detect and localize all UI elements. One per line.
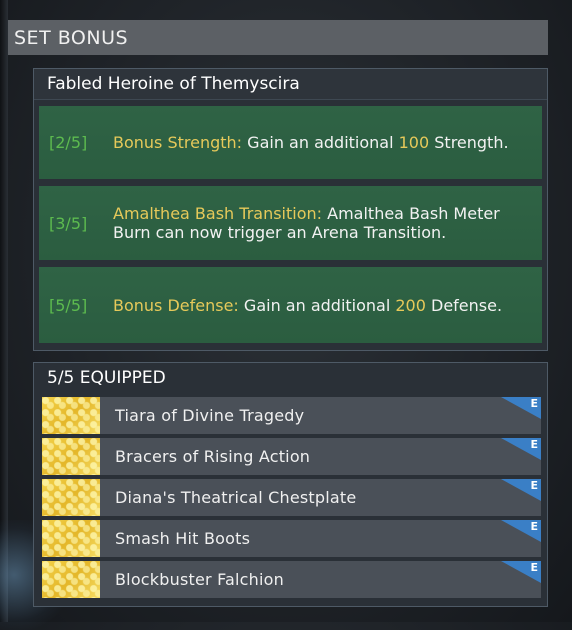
bonus-value: 100: [398, 133, 430, 152]
equipped-badge-letter: E: [530, 479, 538, 492]
equipped-panel: 5/5 EQUIPPED Tiara of Divine Tragedy E B…: [33, 362, 548, 607]
gear-item-icon: [42, 397, 100, 434]
equipped-item[interactable]: Smash Hit Boots E: [42, 520, 541, 557]
bonus-tier: [2/5]: [49, 133, 88, 152]
equipped-title: 5/5 EQUIPPED: [34, 363, 547, 393]
equipped-item[interactable]: Diana's Theatrical Chestplate E: [42, 479, 541, 516]
item-name: Blockbuster Falchion: [115, 570, 284, 589]
equipped-badge-letter: E: [530, 397, 538, 410]
equipped-badge: E: [501, 397, 541, 419]
bonus-text: Gain an additional: [243, 295, 396, 315]
item-name: Tiara of Divine Tragedy: [115, 406, 305, 425]
gear-item-icon: [42, 561, 100, 598]
equipped-badge: E: [501, 438, 541, 460]
item-name: Bracers of Rising Action: [115, 447, 311, 466]
equipped-badge: E: [501, 561, 541, 583]
set-name: Fabled Heroine of Themyscira: [34, 69, 547, 100]
equipped-item[interactable]: Tiara of Divine Tragedy E: [42, 397, 541, 434]
set-bonus-panel: Fabled Heroine of Themyscira [2/5] Bonus…: [33, 68, 548, 351]
equipped-count: 5/5 EQUIPPED: [47, 368, 166, 388]
bonus-description: Amalthea Bash Transition: Amalthea Bash …: [113, 204, 538, 242]
bonus-description: Bonus Strength: Gain an additional 100 S…: [113, 133, 509, 152]
bonus-text-end: Defense.: [425, 295, 503, 315]
set-bonus-row: [2/5] Bonus Strength: Gain an additional…: [39, 106, 542, 179]
set-bonus-row: [5/5] Bonus Defense: Gain an additional …: [39, 267, 542, 343]
bonus-text: Gain an additional: [247, 133, 399, 152]
set-bonus-title: SET BONUS: [14, 26, 129, 49]
equipped-badge-letter: E: [530, 561, 538, 574]
set-bonus-row: [3/5] Amalthea Bash Transition: Amalthea…: [39, 186, 542, 260]
gear-item-icon: [42, 438, 100, 475]
bonus-description: Bonus Defense: Gain an additional 200 De…: [113, 296, 502, 315]
equipped-item[interactable]: Blockbuster Falchion E: [42, 561, 541, 598]
bonus-name: Bonus Defense:: [113, 295, 239, 315]
item-name: Diana's Theatrical Chestplate: [115, 488, 357, 507]
bonus-tier: [5/5]: [49, 295, 88, 315]
bonus-name: Amalthea Bash Transition:: [113, 204, 323, 223]
equipped-badge: E: [501, 479, 541, 501]
equipped-item[interactable]: Bracers of Rising Action E: [42, 438, 541, 475]
bonus-value: 200: [395, 295, 426, 315]
set-name-label: Fabled Heroine of Themyscira: [47, 74, 300, 94]
equipped-badge-letter: E: [530, 520, 538, 533]
bonus-name: Bonus Strength:: [113, 133, 243, 152]
gear-item-icon: [42, 520, 100, 557]
equipped-badge: E: [501, 520, 541, 542]
item-name: Smash Hit Boots: [115, 529, 251, 548]
bonus-text-end: Strength.: [429, 133, 509, 152]
set-bonus-header: SET BONUS: [8, 20, 548, 55]
bonus-tier: [3/5]: [49, 213, 88, 233]
equipped-badge-letter: E: [530, 438, 538, 451]
gear-item-icon: [42, 479, 100, 516]
